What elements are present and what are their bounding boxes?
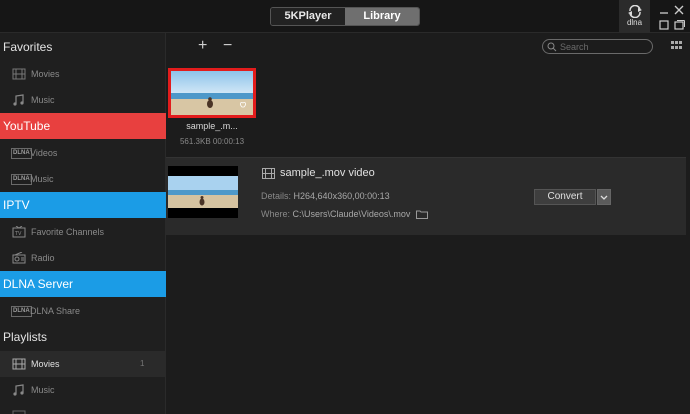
detail-thumbnail[interactable]	[168, 166, 238, 218]
search-icon	[547, 42, 557, 52]
sidebar-item-label: Music	[31, 385, 55, 395]
music-note-icon	[13, 384, 24, 396]
convert-dropdown[interactable]	[597, 189, 611, 205]
sidebar-item-radio[interactable]: Radio	[0, 245, 166, 271]
dlna-button[interactable]: dlna	[619, 0, 650, 33]
maximize-icon[interactable]	[657, 19, 671, 31]
dlna-icon	[627, 5, 642, 18]
search-box[interactable]	[542, 39, 653, 54]
sidebar-item-favorite-movies[interactable]: Movies	[0, 61, 166, 87]
section-favorites[interactable]: Favorites	[0, 34, 166, 60]
sidebar-item-partial[interactable]	[0, 403, 166, 414]
music-note-icon	[13, 94, 24, 106]
add-button[interactable]: +	[198, 36, 207, 56]
film-icon	[262, 168, 275, 179]
section-iptv[interactable]: IPTV	[0, 192, 166, 218]
thumbnail-meta: 561.3KB 00:00:13	[179, 137, 245, 146]
item-count-badge: 1	[140, 359, 145, 368]
sidebar-item-label: Movies	[31, 359, 60, 369]
dlna-tag-icon: DLNA	[11, 306, 32, 317]
convert-button[interactable]: Convert	[534, 189, 596, 205]
search-input[interactable]	[560, 40, 648, 53]
fullscreen-icon[interactable]	[672, 19, 686, 31]
sidebar-item-label: Music	[30, 174, 54, 184]
dlna-tag-icon: DLNA	[11, 174, 32, 185]
section-youtube[interactable]: YouTube	[0, 113, 166, 139]
sidebar-item-favorite-channels[interactable]: TV Favorite Channels	[0, 219, 166, 245]
sidebar-item-label: Radio	[31, 253, 55, 263]
dlna-label: dlna	[626, 18, 643, 27]
svg-text:TV: TV	[14, 231, 22, 237]
thumbnail-title: sample_.m...	[186, 121, 238, 131]
sidebar-item-label: Videos	[30, 148, 58, 158]
detail-info-row: Details: H264,640x360,00:00:13	[261, 191, 390, 201]
sidebar-item-label: DLNA Share	[30, 306, 81, 316]
dlna-tag-icon: DLNA	[11, 148, 32, 159]
section-dlna-server[interactable]: DLNA Server	[0, 271, 166, 297]
film-icon	[12, 68, 26, 80]
section-playlists[interactable]: Playlists	[0, 324, 166, 350]
mode-switch: 5KPlayer Library	[270, 7, 420, 26]
tab-5kplayer[interactable]: 5KPlayer	[271, 8, 345, 25]
folder-icon[interactable]	[415, 210, 428, 220]
video-thumbnail[interactable]	[168, 68, 256, 118]
where-label: Where:	[261, 209, 291, 219]
detail-location-row: Where: C:\Users\Claude\Videos\.mov	[261, 209, 428, 220]
tab-library[interactable]: Library	[345, 8, 419, 25]
minimize-icon[interactable]	[657, 4, 671, 16]
where-value: C:\Users\Claude\Videos\.mov	[292, 209, 411, 219]
sidebar-item-playlist-movies[interactable]: Movies 1	[0, 351, 166, 377]
sidebar-item-youtube-videos[interactable]: DLNA Videos	[0, 140, 166, 166]
radio-icon	[12, 252, 26, 264]
beach-scene-image	[168, 166, 238, 218]
sidebar-item-dlna-share[interactable]: DLNA DLNA Share	[0, 298, 166, 324]
details-value: H264,640x360,00:00:13	[293, 191, 390, 201]
grid-view-icon[interactable]	[671, 41, 682, 50]
chevron-down-icon	[600, 195, 608, 200]
detail-title: sample_.mov video	[280, 167, 375, 179]
video-detail-panel: sample_.mov video Details: H264,640x360,…	[166, 157, 686, 235]
tv-icon: TV	[12, 226, 26, 238]
title-bar: 5KPlayer Library dlna	[0, 0, 690, 33]
sidebar-item-playlist-music[interactable]: Music	[0, 377, 166, 403]
film-icon	[12, 410, 26, 414]
sidebar-item-favorite-music[interactable]: Music	[0, 87, 166, 113]
sidebar-item-label: Favorite Channels	[31, 227, 105, 237]
sidebar-item-label: Music	[31, 95, 55, 105]
close-icon[interactable]	[672, 4, 686, 16]
sidebar-item-youtube-music[interactable]: DLNA Music	[0, 166, 166, 192]
sidebar-item-label: Movies	[31, 69, 60, 79]
library-main: + − sample_.m... 561.3KB 00:00:13	[166, 33, 690, 414]
details-label: Details:	[261, 191, 292, 201]
film-icon	[12, 358, 26, 370]
sidebar: Favorites Movies Music YouTube DLNA Vide…	[0, 33, 166, 414]
remove-button[interactable]: −	[223, 36, 232, 56]
beach-scene-image	[171, 71, 253, 115]
